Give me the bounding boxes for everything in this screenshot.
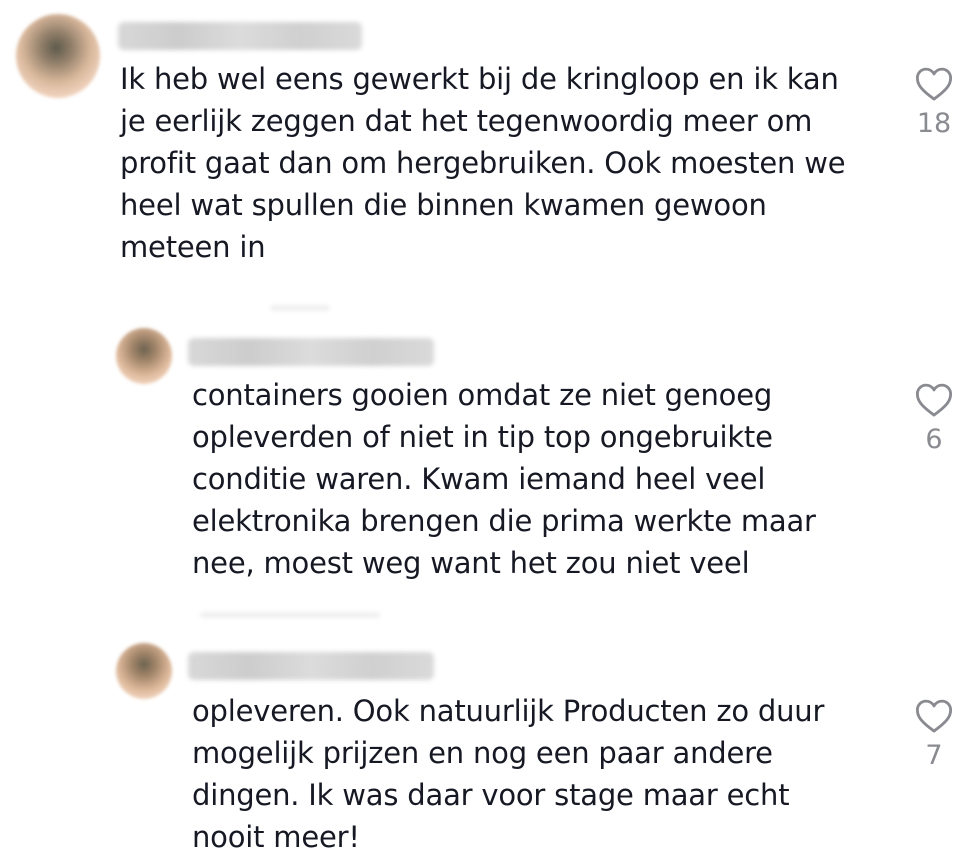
comment-text: opleveren. Ook natuurlijk Producten zo d…	[192, 694, 825, 854]
heart-outline-icon	[915, 67, 953, 101]
comment-text: Ik heb wel eens gewerkt bij de kringloop…	[120, 62, 846, 264]
divider-artifact	[270, 305, 330, 311]
username-redacted[interactable]	[188, 338, 434, 366]
avatar[interactable]	[116, 643, 172, 699]
like-count: 18	[916, 108, 952, 139]
divider-artifact	[200, 612, 380, 618]
like-button[interactable]: 6	[902, 382, 966, 456]
like-count: 7	[925, 740, 943, 771]
heart-outline-icon	[915, 383, 953, 417]
comment-text: containers gooien omdat ze niet genoeg o…	[192, 378, 816, 580]
heart-outline-icon	[915, 699, 953, 733]
like-button[interactable]: 18	[902, 66, 966, 140]
username-redacted[interactable]	[188, 652, 434, 680]
like-count: 6	[925, 424, 943, 455]
like-button[interactable]: 7	[902, 698, 966, 772]
avatar[interactable]	[116, 328, 172, 384]
avatar[interactable]	[16, 14, 100, 98]
username-redacted[interactable]	[118, 22, 362, 50]
